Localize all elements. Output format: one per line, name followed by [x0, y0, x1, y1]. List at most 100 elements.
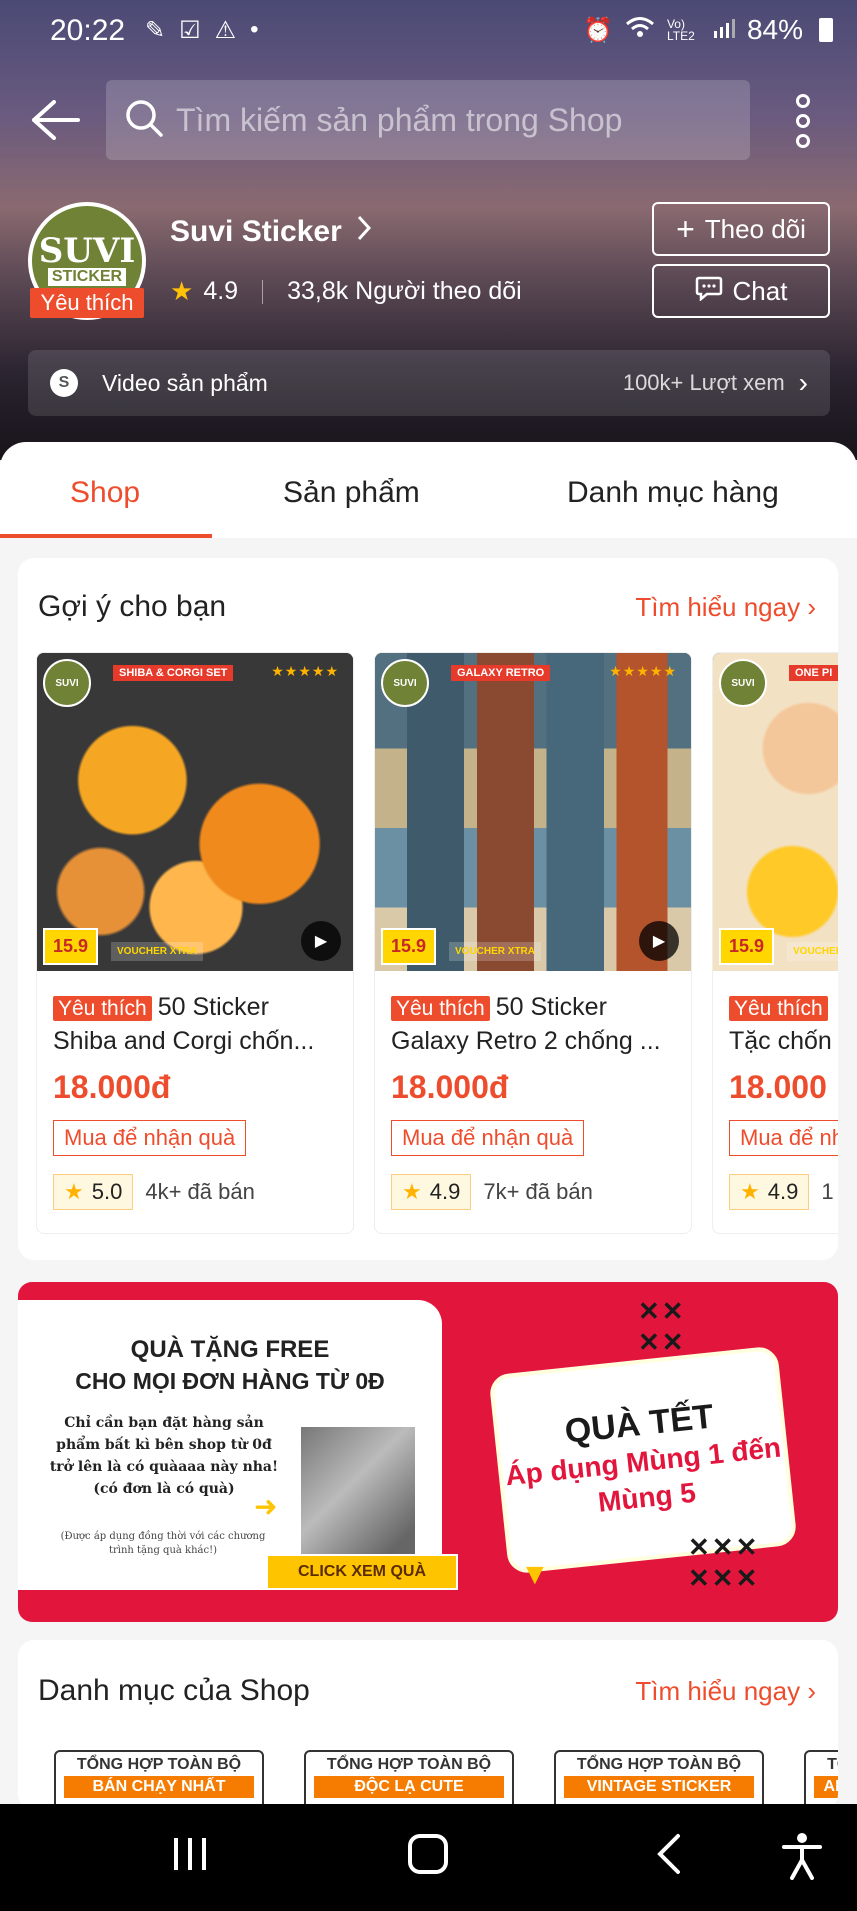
category-line2: ĐỘC LẠ CUTE — [314, 1776, 504, 1798]
status-bar: 20:22 ✎ ☑ ⚠ • ⏰ Vo) LTE2 84% — [0, 0, 857, 66]
chevron-right-icon: › — [807, 592, 816, 622]
category-item[interactable]: TỔNG HỢP TOÀN BỘ ĐỘC LẠ CUTE — [304, 1750, 514, 1810]
image-tag: SHIBA & CORGI SET — [113, 665, 234, 681]
battery-icon — [819, 18, 833, 42]
search-bar[interactable] — [106, 80, 750, 160]
product-price: 18.000 — [729, 1069, 827, 1105]
rating-value: 4.9 — [767, 1179, 799, 1204]
search-input[interactable] — [176, 101, 736, 139]
price-tag: 15.9 — [719, 928, 775, 965]
learn-more-label: Tìm hiểu ngay — [635, 592, 801, 622]
learn-more-link[interactable]: Tìm hiểu ngay › — [635, 592, 816, 623]
category-item[interactable]: TỔN ANIM — [804, 1750, 838, 1810]
learn-more-link[interactable]: Tìm hiểu ngay › — [635, 1676, 816, 1707]
chevron-right-icon — [356, 214, 372, 250]
sold-count: 4k+ đã bán — [145, 1179, 255, 1204]
shop-logo-mini: SUVI — [43, 659, 91, 707]
product-price: 18.000đ — [391, 1069, 509, 1105]
shop-tabs: Shop Sản phẩm Danh mục hàng — [0, 442, 857, 538]
banner-title: QUÀ TẶNG FREE — [130, 1336, 330, 1363]
brush-icon: ✎ — [145, 17, 166, 44]
product-title: Tặc chốn — [729, 1027, 832, 1055]
product-card[interactable]: SUVI SHIBA & CORGI SET ★★★★★ 15.9 VOUCHE… — [36, 652, 354, 1234]
follower-count: 33,8k Người theo dõi — [287, 277, 522, 305]
product-stats: ★ 4.9 1 — [729, 1174, 838, 1210]
chevron-right-icon: › — [798, 367, 808, 398]
logo-text: SUVI — [38, 231, 136, 271]
star-icon: ★ — [64, 1179, 84, 1204]
promo-label: Mua để nhận quà — [391, 1120, 585, 1156]
sold-count: 7k+ đã bán — [483, 1179, 593, 1204]
video-label: Video sản phẩm — [102, 369, 268, 396]
battery-text: 84% — [746, 14, 803, 45]
banner-subtitle: CHO MỌI ĐƠN HÀNG TỪ 0Đ — [75, 1368, 385, 1394]
product-carousel[interactable]: SUVI SHIBA & CORGI SET ★★★★★ 15.9 VOUCHE… — [36, 652, 838, 1234]
video-views: 100k+ Lượt xem — [622, 370, 785, 395]
product-image: SUVI ONE PI 15.9 VOUCHER XTRA — [713, 653, 838, 971]
favorite-badge: Yêu thích — [729, 996, 828, 1021]
tab-categories[interactable]: Danh mục hàng — [567, 476, 779, 510]
status-time: 20:22 — [50, 14, 126, 47]
arrow-right-icon: ➜ — [254, 1491, 278, 1522]
chat-button[interactable]: Chat — [652, 264, 830, 318]
tab-products[interactable]: Sản phẩm — [283, 476, 420, 510]
back-icon[interactable] — [650, 1832, 690, 1881]
notification-icons: ✎ ☑ ⚠ • — [145, 16, 259, 45]
dot-icon: • — [250, 16, 259, 43]
divider — [262, 279, 264, 304]
shop-name[interactable]: Suvi Sticker — [170, 214, 372, 250]
image-tag: ONE PI — [789, 665, 838, 681]
banner-left-panel: QUÀ TẶNG FREE CHO MỌI ĐƠN HÀNG TỪ 0Đ Chỉ… — [18, 1300, 442, 1590]
x-pattern-icon: ✕✕✕ ✕✕✕ — [688, 1532, 760, 1593]
product-name: Yêu thích 50 Sticker Shiba and Corgi chốn… — [53, 991, 337, 1055]
rating-value: 4.9 — [429, 1179, 461, 1204]
category-item[interactable]: TỔNG HỢP TOÀN BỘ BÁN CHẠY NHẤT — [54, 1750, 264, 1810]
promo-banner[interactable]: QUÀ TẶNG FREE CHO MỌI ĐƠN HÀNG TỪ 0Đ Chỉ… — [18, 1282, 838, 1622]
home-icon[interactable] — [406, 1832, 450, 1881]
star-icon: ★ — [740, 1179, 760, 1204]
star-icon: ★ — [402, 1179, 422, 1204]
product-name: Yêu thích Tặc chốn — [729, 991, 838, 1055]
tab-shop[interactable]: Shop — [70, 476, 140, 510]
alarm-icon: ⏰ — [583, 16, 613, 44]
voucher-tag: VOUCHER XTRA — [111, 942, 204, 961]
system-icons: ⏰ Vo) LTE2 84% — [583, 14, 833, 46]
shop-logo-mini: SUVI — [719, 659, 767, 707]
tet-subtitle: Áp dụng Mùng 1 đến Mùng 5 — [503, 1431, 783, 1518]
follow-label: Theo dõi — [704, 213, 806, 244]
product-name: Yêu thích 50 Sticker Galaxy Retro 2 chống… — [391, 991, 675, 1055]
category-line1: TỔNG HỢP TOÀN BỘ — [576, 1756, 742, 1773]
price-tag: 15.9 — [43, 928, 99, 965]
chat-bubble-icon — [695, 275, 723, 308]
play-icon[interactable]: ▶ — [301, 921, 341, 961]
chat-label: Chat — [732, 275, 788, 306]
product-card[interactable]: SUVI ONE PI 15.9 VOUCHER XTRA Yêu thích T… — [712, 652, 838, 1234]
recent-apps-icon[interactable] — [168, 1832, 212, 1881]
star-icon: ★ — [170, 276, 194, 306]
accessibility-icon[interactable] — [780, 1832, 824, 1885]
image-stars: ★★★★★ — [609, 663, 677, 679]
learn-more-label: Tìm hiểu ngay — [635, 1676, 801, 1706]
more-options-icon[interactable] — [790, 94, 816, 148]
category-line1: TỔNG HỢP TOÀN BỘ — [326, 1756, 492, 1773]
wifi-icon — [625, 15, 655, 45]
product-card[interactable]: SUVI GALAXY RETRO ★★★★★ 15.9 VOUCHER XTR… — [374, 652, 692, 1234]
category-line2: ANIM — [814, 1776, 838, 1798]
favorite-badge: Yêu thích — [30, 288, 144, 318]
rating-box: ★ 4.9 — [391, 1174, 472, 1210]
back-arrow-icon[interactable] — [30, 98, 80, 142]
section-title: Danh mục của Shop — [38, 1674, 310, 1707]
category-item[interactable]: TỔNG HỢP TOÀN BỘ VINTAGE STICKER — [554, 1750, 764, 1810]
voucher-tag: VOUCHER XTRA — [449, 942, 542, 961]
image-tag: GALAXY RETRO — [451, 665, 551, 681]
view-gift-button[interactable]: CLICK XEM QUÀ — [266, 1554, 458, 1590]
rating-value: 5.0 — [91, 1179, 123, 1204]
play-icon[interactable]: ▶ — [639, 921, 679, 961]
voucher-tag: VOUCHER XTRA — [787, 942, 838, 961]
product-image: SUVI GALAXY RETRO ★★★★★ 15.9 VOUCHER XTR… — [375, 653, 691, 971]
follow-button[interactable]: + Theo dõi — [652, 202, 830, 256]
banner-description: Chỉ cần bạn đặt hàng sản phẩm bất kì bên… — [49, 1415, 279, 1497]
plus-icon: + — [676, 210, 695, 247]
shop-logo-mini: SUVI — [381, 659, 429, 707]
video-products-row[interactable]: S Video sản phẩm 100k+ Lượt xem › — [28, 350, 830, 416]
